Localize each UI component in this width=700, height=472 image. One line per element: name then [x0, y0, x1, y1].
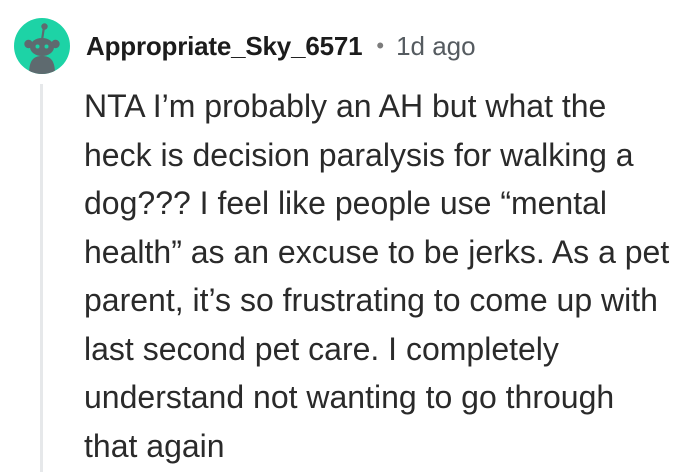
comment-body-line: dog??? I feel like people use “mental — [84, 185, 608, 221]
comment-meta: Appropriate_Sky_6571 • 1d ago — [86, 28, 476, 64]
avatar[interactable] — [14, 18, 70, 74]
comment-body-line: parent, it’s so frustrating to come up w… — [84, 282, 658, 318]
comment-body-line: understand not wanting to go through — [84, 379, 615, 415]
meta-separator: • — [376, 33, 385, 58]
comment-body: NTA I’m probably an AH but what the heck… — [84, 82, 694, 470]
comment-body-line: heck is decision paralysis for walking a — [84, 136, 634, 173]
comment-body-line: last second pet care. I completely — [84, 330, 559, 367]
thread-line[interactable] — [40, 84, 43, 472]
comment-body-line: health” as an excuse to be jerks. As a p… — [84, 233, 670, 270]
comment-age[interactable]: 1d ago — [396, 31, 476, 62]
author-username[interactable]: Appropriate_Sky_6571 — [86, 31, 363, 62]
reddit-snoo-avatar-icon — [24, 23, 60, 74]
comment-body-line: that again — [84, 427, 225, 464]
comment: Appropriate_Sky_6571 • 1d ago NTA I’m pr… — [0, 0, 700, 472]
comment-body-line: NTA I’m probably an AH but what the — [84, 88, 607, 124]
